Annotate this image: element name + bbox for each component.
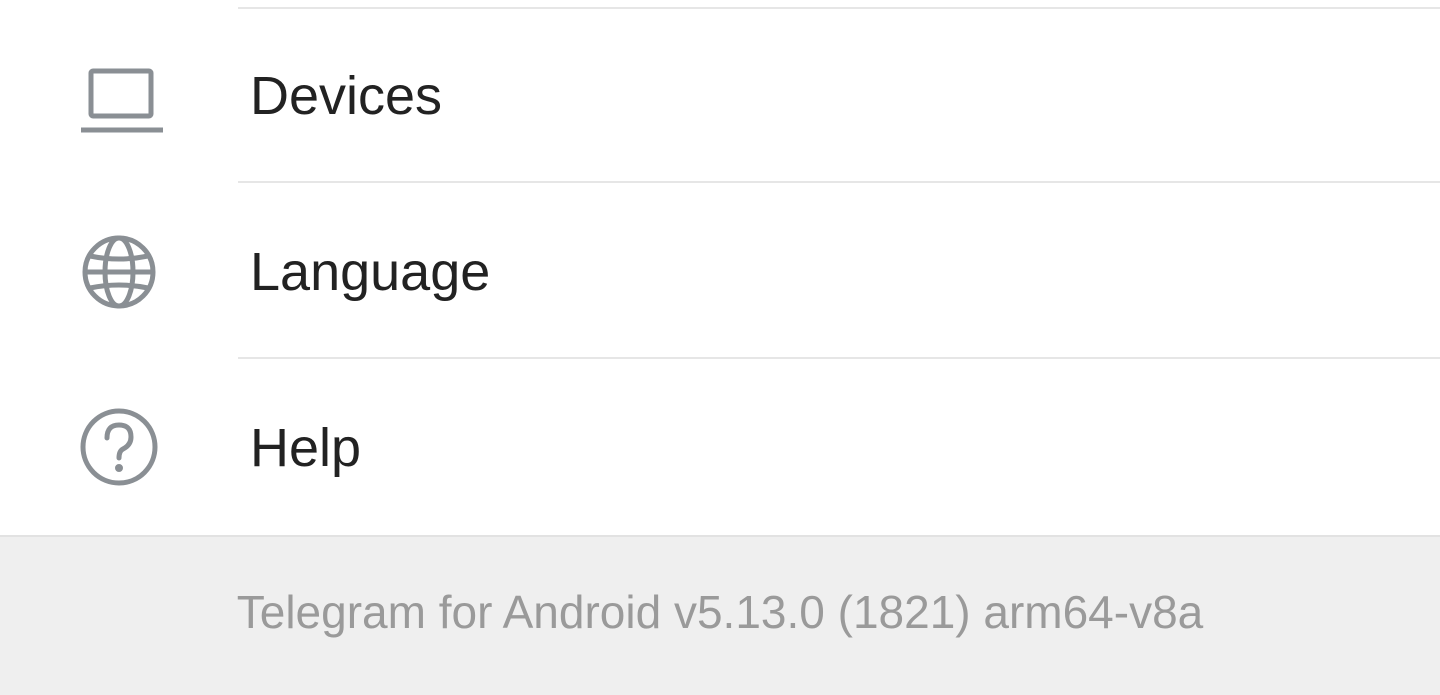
version-footer: Telegram for Android v5.13.0 (1821) arm6… <box>0 535 1440 695</box>
settings-menu-list: Devices Language Help <box>0 0 1440 535</box>
globe-icon <box>76 226 168 318</box>
menu-item-label: Language <box>250 242 491 302</box>
settings-screen: Devices Language Help Telegram for Andro… <box>0 0 1440 695</box>
menu-item-help[interactable]: Help <box>0 361 1440 535</box>
menu-item-label: Devices <box>250 66 443 126</box>
app-version-text: Telegram for Android v5.13.0 (1821) arm6… <box>236 586 1204 638</box>
menu-item-devices[interactable]: Devices <box>0 9 1440 183</box>
laptop-icon <box>76 50 168 142</box>
menu-item-language[interactable]: Language <box>0 185 1440 359</box>
menu-item-label: Help <box>250 418 362 478</box>
divider <box>238 181 1440 183</box>
divider <box>238 357 1440 359</box>
help-circle-icon <box>76 402 168 494</box>
